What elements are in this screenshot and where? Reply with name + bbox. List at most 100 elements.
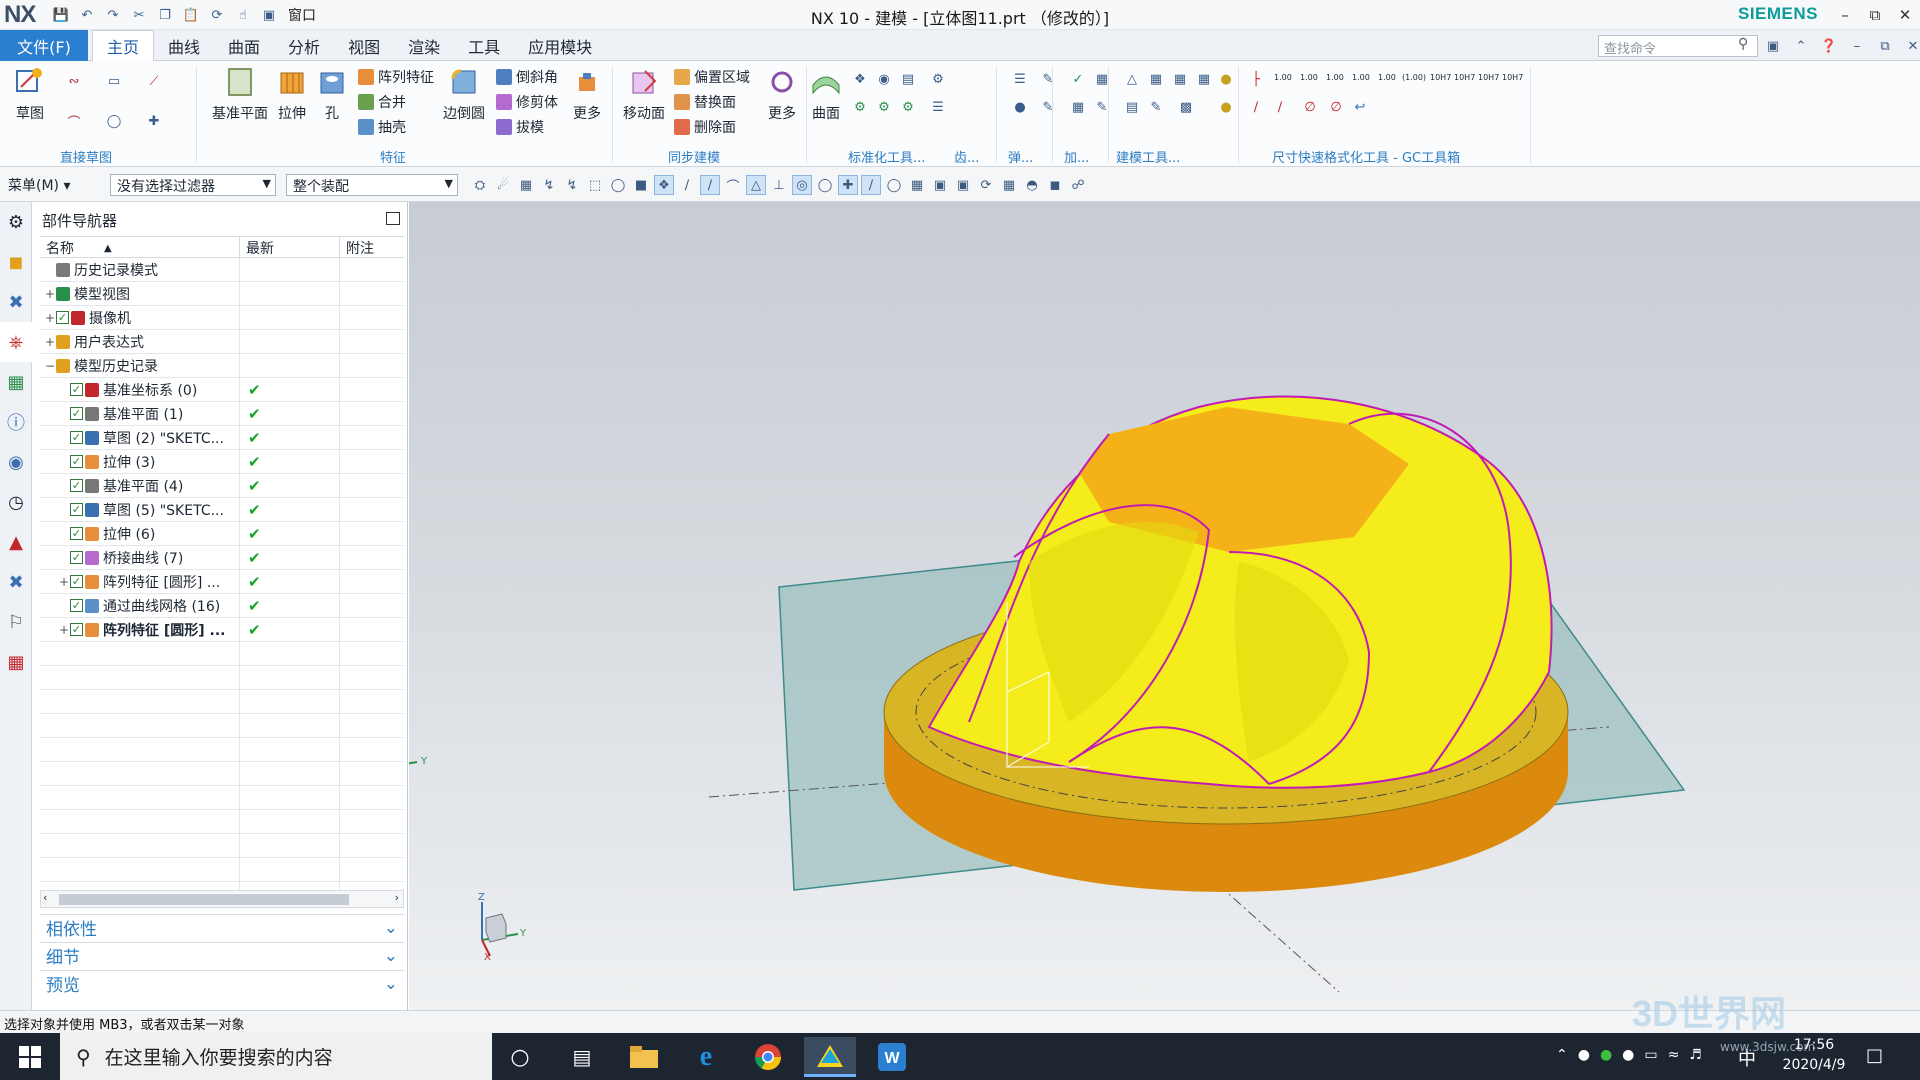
model-tool-icon[interactable]: ▩: [1176, 97, 1196, 117]
tab-home[interactable]: 主页: [92, 30, 155, 61]
constraint-navigator-icon[interactable]: ✖: [0, 282, 32, 322]
trim-body-button[interactable]: 修剪体: [496, 92, 558, 112]
snap-quadrant-icon[interactable]: ◯: [815, 175, 835, 195]
hole-button[interactable]: 孔: [302, 65, 362, 123]
camera-icon[interactable]: ☍: [1068, 175, 1088, 195]
line-icon[interactable]: ⟋: [144, 71, 164, 91]
model-tool-icon[interactable]: ▦: [1194, 69, 1214, 89]
model-tool-icon[interactable]: ▦: [1146, 69, 1166, 89]
tab-tools[interactable]: 工具: [454, 30, 514, 61]
rect-select-icon[interactable]: ⬚: [585, 175, 605, 195]
dim-format-button[interactable]: 10H7: [1502, 73, 1523, 82]
scroll-right-icon[interactable]: ›: [395, 891, 399, 904]
doc-close-icon[interactable]: ✕: [1902, 35, 1920, 57]
view-triad[interactable]: [409, 730, 418, 782]
tree-row[interactable]: 历史记录模式: [40, 257, 404, 282]
std-tool-icon[interactable]: ⚙: [874, 97, 894, 117]
wireframe-icon[interactable]: ◯: [608, 175, 628, 195]
expand-toggle-icon[interactable]: −: [44, 359, 56, 373]
column-header-latest[interactable]: 最新: [240, 237, 340, 259]
sketch-button[interactable]: 草图: [0, 65, 60, 123]
gc-tool-icon[interactable]: ●: [1216, 69, 1236, 89]
solid-icon[interactable]: ■: [631, 175, 651, 195]
dim-format-button[interactable]: 1.00: [1326, 73, 1344, 82]
snap-intersect-icon[interactable]: △: [746, 175, 766, 195]
part-navigator-icon[interactable]: ⎈: [0, 322, 32, 362]
dim-format-icon[interactable]: ├: [1246, 69, 1266, 89]
offset-region-button[interactable]: 偏置区域: [674, 67, 750, 87]
wechat-icon[interactable]: ●: [1600, 1047, 1612, 1063]
gear-tool-icon[interactable]: ⚙: [928, 69, 948, 89]
tray-app-icon[interactable]: ●: [1578, 1047, 1590, 1063]
type-filter-dropdown[interactable]: 没有选择过滤器 ▼: [110, 174, 276, 196]
model-tool-icon[interactable]: ✎: [1146, 97, 1166, 117]
minimize-icon[interactable]: –: [1830, 2, 1860, 28]
model-tool-icon[interactable]: △: [1122, 69, 1142, 89]
graphics-window[interactable]: Z Y X: [409, 202, 1920, 1010]
visibility-checkbox[interactable]: ✓: [70, 623, 83, 636]
std-tool-icon[interactable]: ⚙: [898, 97, 918, 117]
filter-icon[interactable]: ▦: [516, 175, 536, 195]
history-icon[interactable]: ◷: [0, 482, 32, 522]
maximize-icon[interactable]: [386, 212, 400, 225]
tree-row[interactable]: ✓ 通过曲线网格 (16) ✔: [40, 593, 404, 618]
restore-icon[interactable]: ⧉: [1860, 2, 1890, 28]
scroll-thumb[interactable]: [59, 894, 349, 905]
taskbar-search-box[interactable]: ⚲ 在这里输入你要搜索的内容: [60, 1033, 492, 1080]
tree-row[interactable]: + ✓ 阵列特征 [圆形] ... ✔: [40, 617, 404, 642]
circle-icon[interactable]: ◯: [104, 111, 124, 131]
expand-toggle-icon[interactable]: +: [44, 311, 56, 325]
replace-face-button[interactable]: 替换面: [674, 92, 736, 112]
visibility-checkbox[interactable]: ✓: [70, 455, 83, 468]
dim-format-icon[interactable]: ∕: [1270, 97, 1290, 117]
volume-icon[interactable]: ♬: [1689, 1047, 1702, 1063]
start-button[interactable]: [0, 1033, 60, 1080]
snap-center-icon[interactable]: ◎: [792, 175, 812, 195]
dim-format-button[interactable]: 10H7: [1430, 73, 1451, 82]
tab-application[interactable]: 应用模块: [514, 30, 606, 61]
tree-row[interactable]: ✓ 基准平面 (1) ✔: [40, 401, 404, 426]
dim-format-button[interactable]: 10H7: [1478, 73, 1499, 82]
tab-surface[interactable]: 曲面: [214, 30, 274, 61]
visibility-checkbox[interactable]: ✓: [70, 575, 83, 588]
assembly-navigator-icon[interactable]: ◼: [0, 242, 32, 282]
edge-blend-button[interactable]: 边倒圆: [434, 65, 494, 123]
expand-toggle-icon[interactable]: +: [58, 623, 70, 637]
delete-face-button[interactable]: 删除面: [674, 117, 736, 137]
window-switch-icon[interactable]: ▣: [1762, 35, 1784, 57]
dim-format-icon[interactable]: ↩: [1350, 97, 1370, 117]
std-tool-icon[interactable]: ◉: [874, 69, 894, 89]
dim-format-button[interactable]: 10H7: [1454, 73, 1475, 82]
spring-tool-icon[interactable]: ●: [1010, 97, 1030, 117]
expand-toggle-icon[interactable]: +: [44, 335, 56, 349]
shell-button[interactable]: 抽壳: [358, 117, 406, 137]
snap-mid-icon[interactable]: ∕: [700, 175, 720, 195]
scroll-left-icon[interactable]: ‹: [43, 891, 47, 904]
panel-dependencies[interactable]: 相依性 ⌄: [40, 914, 404, 940]
selection-scope-dropdown[interactable]: 整个装配 ▼: [286, 174, 458, 196]
std-tool-icon[interactable]: ❖: [850, 69, 870, 89]
add-tool-icon[interactable]: ▦: [1068, 97, 1088, 117]
visibility-checkbox[interactable]: ✓: [70, 551, 83, 564]
wps-icon[interactable]: W: [866, 1037, 918, 1077]
add-tool-icon[interactable]: ▦: [1092, 69, 1112, 89]
visibility-checkbox[interactable]: ✓: [70, 599, 83, 612]
tab-view[interactable]: 视图: [334, 30, 394, 61]
tree-row[interactable]: ✓ 草图 (2) "SKETC... ✔: [40, 425, 404, 450]
settings-icon[interactable]: ⚙: [0, 202, 32, 242]
std-tool-icon[interactable]: ▤: [898, 69, 918, 89]
snap-point-icon[interactable]: ❖: [654, 175, 674, 195]
snap-existing-icon[interactable]: ✚: [838, 175, 858, 195]
dim-format-button[interactable]: 1.00: [1378, 73, 1396, 82]
file-menu-button[interactable]: 文件(F): [0, 30, 88, 61]
doc-minimize-icon[interactable]: –: [1846, 35, 1868, 57]
horizontal-scrollbar[interactable]: ‹ ›: [40, 890, 404, 908]
view-rotate-icon[interactable]: ⟳: [976, 175, 996, 195]
system-material-icon[interactable]: ▲: [0, 522, 32, 562]
general-select-icon[interactable]: ⛭: [470, 175, 490, 195]
visibility-checkbox[interactable]: ✓: [70, 527, 83, 540]
rectangle-icon[interactable]: ▭: [104, 71, 124, 91]
menu-button[interactable]: 菜单(M) ▾: [8, 175, 71, 195]
show-hidden-icons-icon[interactable]: ⌃: [1556, 1047, 1568, 1063]
datum-plane-button[interactable]: 基准平面: [210, 65, 270, 123]
